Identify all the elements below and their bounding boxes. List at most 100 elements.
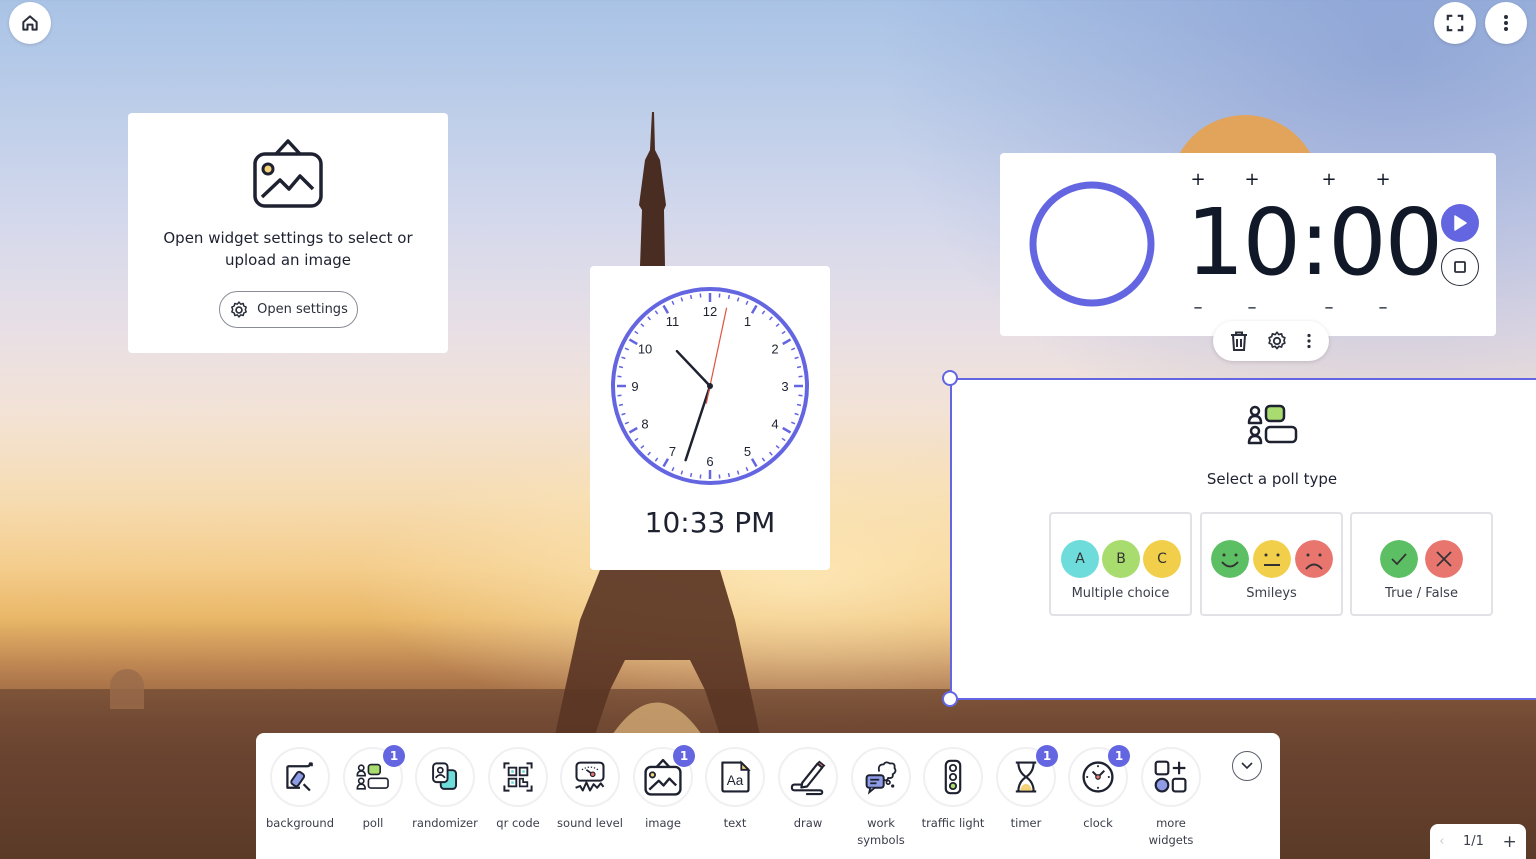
dock-item-icon-wrap: 1 — [996, 745, 1058, 807]
timer-decrement-seconds-tens[interactable]: – — [1319, 297, 1339, 318]
dock-item-icon-wrap — [778, 747, 838, 807]
neutral-face-icon — [1253, 540, 1291, 578]
check-icon — [1380, 540, 1418, 578]
dock-item-label: randomizer — [412, 816, 478, 830]
hourglass-icon — [1015, 761, 1037, 793]
timer-increment-seconds-ones[interactable]: + — [1373, 169, 1393, 190]
page-indicator: 1/1 — [1463, 834, 1484, 849]
pencil-icon — [790, 760, 826, 796]
timer-increment-minutes-tens[interactable]: + — [1188, 169, 1208, 190]
poll-option-smileys[interactable]: Smileys — [1200, 512, 1343, 616]
dock-item-label: text — [723, 816, 747, 830]
dock-item-draw[interactable]: draw — [772, 747, 844, 832]
dock-item-background[interactable]: background — [264, 747, 336, 832]
open-settings-button[interactable]: Open settings — [219, 291, 358, 328]
dock-item-icon-wrap — [560, 747, 620, 807]
dock-item-icon-wrap — [851, 747, 911, 807]
timer-play-button[interactable] — [1441, 204, 1479, 242]
prev-page-button[interactable]: ‹ — [1439, 834, 1444, 849]
dock-item-label: qr code — [496, 816, 540, 830]
dock-item-label: sound level — [557, 816, 623, 830]
home-icon — [22, 15, 38, 31]
clock-number: 12 — [703, 304, 717, 319]
clock-icon — [1082, 761, 1114, 793]
dock-item-clock[interactable]: 1 clock — [1062, 745, 1134, 832]
bubble-a: A — [1061, 540, 1099, 578]
poll-widget[interactable]: Select a poll type A B C Multiple choice… — [950, 378, 1536, 700]
dock-item-icon-wrap — [923, 747, 983, 807]
count-badge: 1 — [383, 745, 405, 767]
timer-widget[interactable]: + + + + 10:00 – – – – — [1000, 153, 1496, 336]
poll-option-label: Multiple choice — [1071, 586, 1170, 601]
count-badge: 1 — [1108, 745, 1130, 767]
widget-dock: background 1 poll randomizer qr code sound le… — [256, 733, 1280, 859]
widget-toolbar — [1213, 321, 1329, 361]
sound-level-icon — [575, 761, 605, 792]
more-menu-button[interactable] — [1485, 2, 1527, 44]
clock-tick — [727, 294, 731, 300]
dock-item-icon-wrap — [415, 747, 475, 807]
dock-collapse-button[interactable] — [1232, 751, 1262, 781]
count-badge: 1 — [673, 745, 695, 767]
count-badge: 1 — [1036, 745, 1058, 767]
resize-handle-top-left[interactable] — [942, 370, 958, 386]
dock-item-image[interactable]: 1 image — [627, 745, 699, 832]
trash-icon[interactable] — [1230, 331, 1248, 351]
timer-increment-minutes-ones[interactable]: + — [1242, 169, 1262, 190]
timer-decrement-seconds-ones[interactable]: – — [1373, 297, 1393, 318]
dock-item-icon-wrap — [488, 747, 548, 807]
dock-item-qr-code[interactable]: qr code — [482, 747, 554, 832]
dock-item-label: work symbols — [857, 816, 905, 847]
add-page-button[interactable]: + — [1502, 832, 1516, 852]
stop-icon — [1454, 261, 1466, 273]
dock-item-poll[interactable]: 1 poll — [337, 745, 409, 832]
gear-icon — [231, 300, 248, 318]
clock-tick — [618, 403, 624, 407]
dock-item-traffic-light[interactable]: traffic light — [917, 747, 989, 832]
dock-item-work-symbols[interactable]: work symbols — [845, 747, 917, 849]
timer-increment-seconds-tens[interactable]: + — [1319, 169, 1339, 190]
dock-item-icon-wrap — [1141, 747, 1201, 807]
paint-roller-icon — [286, 762, 313, 792]
more-widgets-icon — [1154, 760, 1187, 793]
dock-item-icon-wrap: Aa — [705, 747, 765, 807]
more-vertical-icon[interactable] — [1306, 333, 1312, 349]
clock-widget[interactable]: 12 1 2 3 4 5 6 7 8 9 10 11 10:33 PM — [590, 266, 830, 570]
poll-option-true-false[interactable]: True / False — [1350, 512, 1493, 616]
dock-item-icon-wrap: 1 — [1068, 745, 1130, 807]
timer-display: 10:00 — [1186, 189, 1443, 296]
clock-tick — [689, 472, 693, 478]
background-dome — [110, 669, 144, 709]
bubble-b: B — [1102, 540, 1140, 578]
poll-option-label: Smileys — [1246, 586, 1297, 601]
dock-item-more-widgets[interactable]: more widgets — [1135, 747, 1207, 849]
play-icon — [1454, 215, 1467, 231]
fullscreen-button[interactable] — [1434, 2, 1476, 44]
dock-item-icon-wrap: 1 — [633, 745, 695, 807]
traffic-light-icon — [944, 759, 962, 795]
dock-item-sound-level[interactable]: sound level — [554, 747, 626, 832]
timer-decrement-minutes-tens[interactable]: – — [1188, 297, 1208, 318]
dock-item-timer[interactable]: 1 timer — [990, 745, 1062, 832]
dock-item-icon-wrap: 1 — [343, 745, 405, 807]
image-icon — [253, 139, 323, 208]
clock-tick — [796, 365, 802, 369]
svg-text:Aa: Aa — [727, 773, 744, 788]
gear-icon[interactable] — [1266, 330, 1288, 352]
dock-item-randomizer[interactable]: randomizer — [409, 747, 481, 832]
poll-option-multiple-choice[interactable]: A B C Multiple choice — [1049, 512, 1192, 616]
timer-stop-button[interactable] — [1441, 248, 1479, 286]
clock-tick — [618, 365, 624, 369]
resize-handle-bottom-left[interactable] — [942, 691, 958, 707]
timer-decrement-minutes-ones[interactable]: – — [1242, 297, 1262, 318]
dock-item-text[interactable]: Aa text — [699, 747, 771, 832]
clock-number: 7 — [669, 444, 676, 459]
clock-number: 6 — [706, 454, 713, 469]
text-icon: Aa — [721, 760, 751, 793]
clock-number: 5 — [744, 444, 751, 459]
analog-clock: 121234567891011 — [611, 287, 809, 485]
qr-code-icon — [503, 762, 533, 792]
dock-item-label: timer — [1010, 816, 1042, 830]
image-widget[interactable]: Open widget settings to select or upload… — [128, 113, 448, 353]
home-button[interactable] — [9, 2, 51, 44]
